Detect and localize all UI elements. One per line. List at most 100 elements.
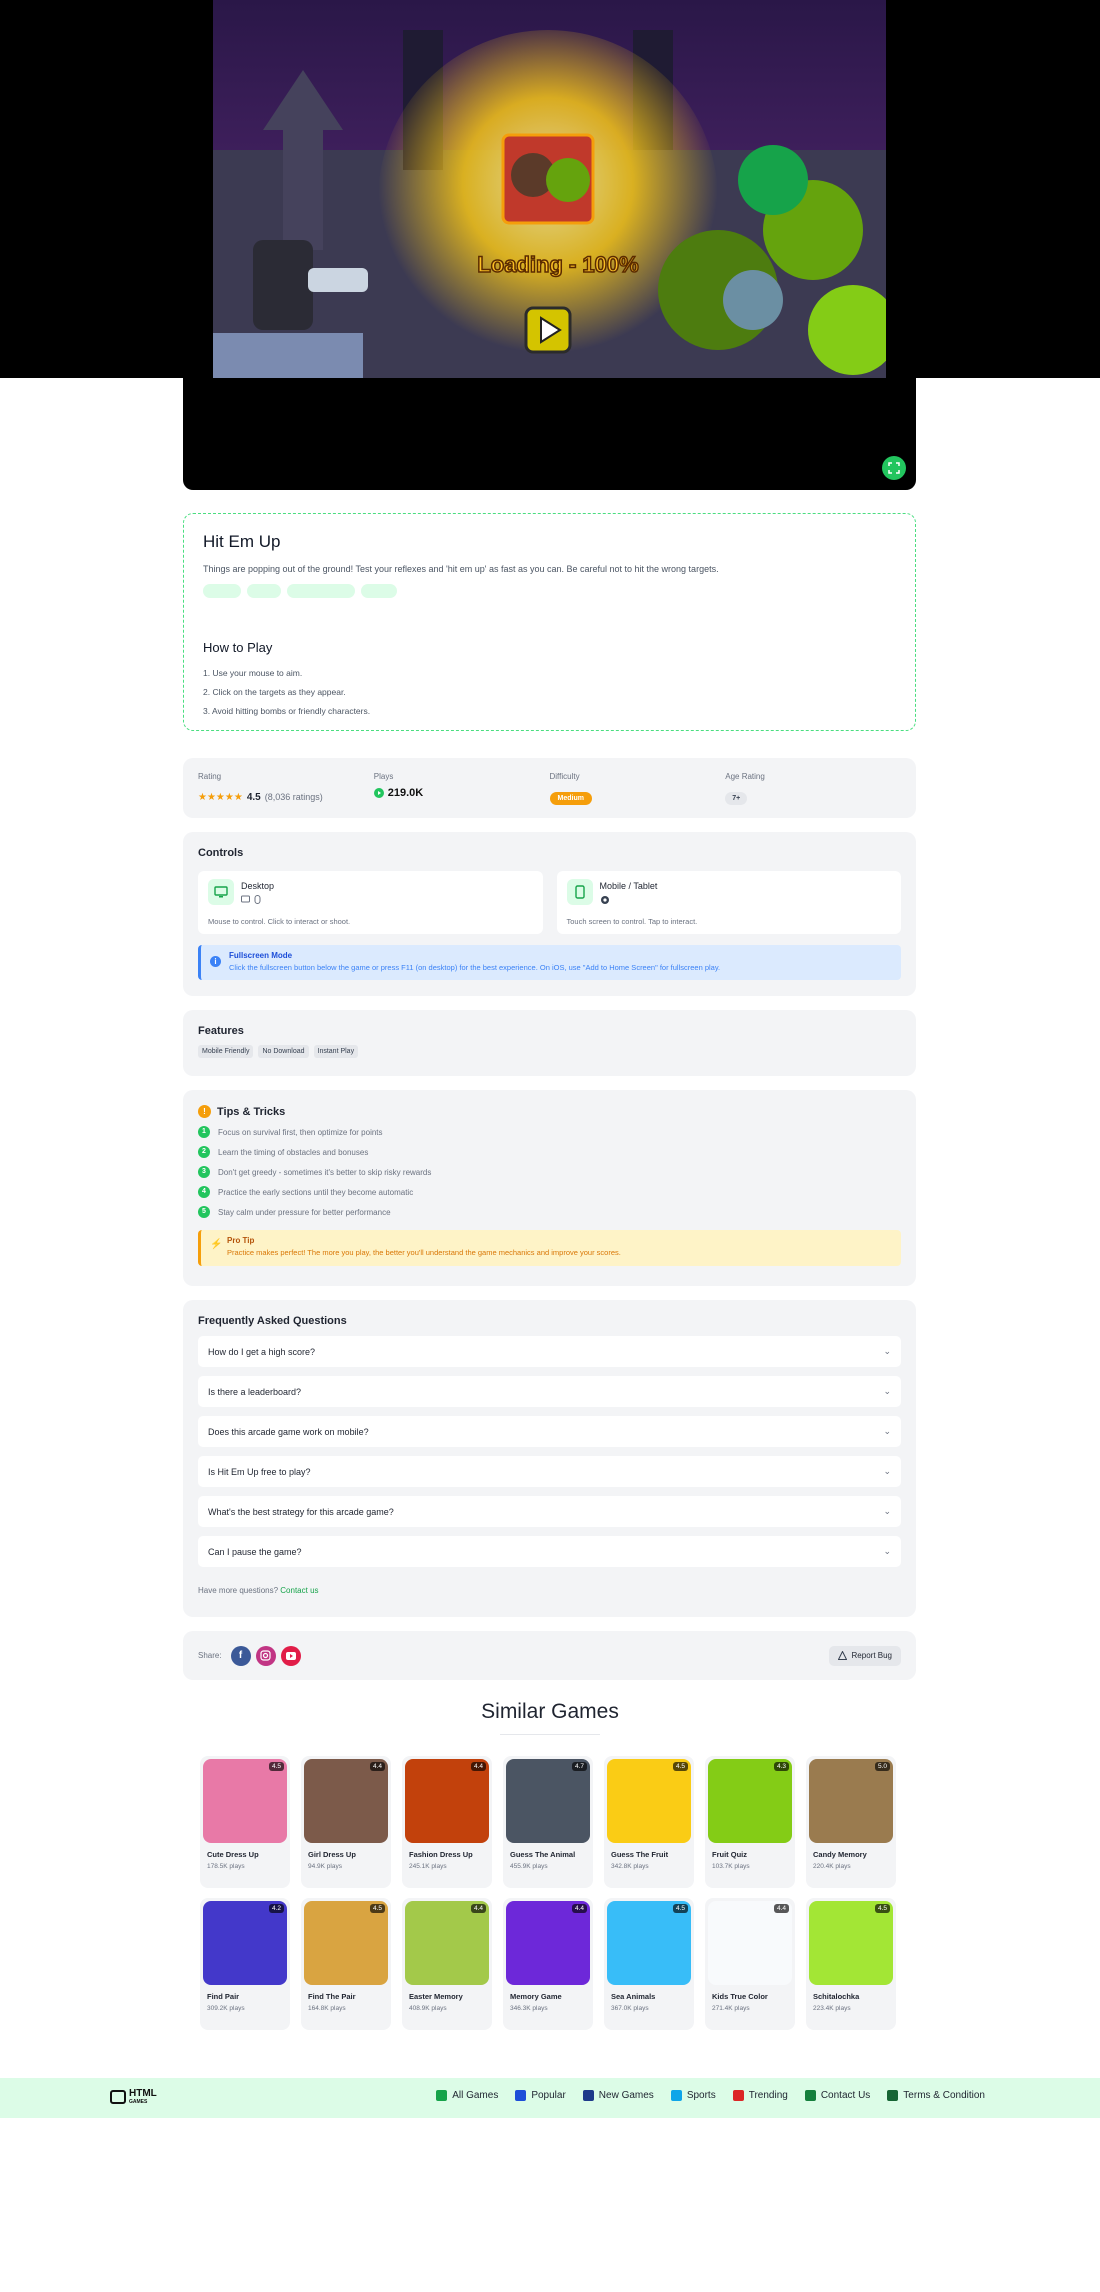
footer-nav-item[interactable]: Trending (732, 2090, 788, 2101)
tip-item: 4 Practice the early sections until they … (198, 1186, 901, 1198)
similar-game-card[interactable]: 4.4 Kids True Color 271.4K plays (705, 1898, 795, 2030)
footer-nav-item[interactable]: Terms & Condition (887, 2090, 985, 2101)
stat-label: Difficulty (549, 772, 580, 781)
report-bug-label: Report Bug (851, 1651, 892, 1660)
faq-item[interactable]: Does this arcade game work on mobile? ⌄ (198, 1416, 901, 1447)
tip-number: 4 (198, 1186, 210, 1198)
similar-game-card[interactable]: 4.4 Memory Game 346.3K plays (503, 1898, 593, 2030)
game-plays: 309.2K plays (207, 2005, 245, 2012)
bolt-icon: ⚡ (210, 1239, 223, 1250)
game-name: Fruit Quiz (712, 1850, 747, 1859)
game-plays: 94.9K plays (308, 1863, 342, 1870)
site-logo[interactable]: HTML GAMES (110, 2088, 157, 2105)
footer-nav-item[interactable]: New Games (582, 2090, 654, 2101)
similar-game-card[interactable]: 4.2 Find Pair 309.2K plays (200, 1898, 290, 2030)
tag-placeholder (203, 584, 241, 598)
game-name: Schitalochka (813, 1992, 860, 2001)
expand-icon (888, 462, 900, 474)
faq-item[interactable]: What's the best strategy for this arcade… (198, 1496, 901, 1527)
age-badge: 7+ (725, 792, 748, 805)
stat-label: Rating (198, 772, 222, 781)
fullscreen-button[interactable] (882, 456, 906, 480)
similar-game-card[interactable]: 4.4 Fashion Dress Up 245.1K plays (402, 1756, 492, 1888)
stat-plays: Plays 219.0K (373, 772, 550, 804)
footer-nav-item[interactable]: Sports (670, 2090, 716, 2101)
faq-question: Is Hit Em Up free to play? (208, 1466, 311, 1477)
stat-rating: Rating ★★★★★ 4.5 (8,036 ratings) (198, 772, 374, 804)
footer-nav-label: Contact Us (820, 2090, 871, 2101)
similar-game-card[interactable]: 4.4 Easter Memory 408.9K plays (402, 1898, 492, 2030)
keyboard-mouse-icons (241, 895, 263, 906)
fullscreen-note: i Fullscreen Mode Click the fullscreen b… (198, 945, 901, 980)
faq-question: What's the best strategy for this arcade… (208, 1506, 394, 1517)
mobile-controls: Mobile / Tablet Touch screen to control.… (556, 871, 901, 934)
faq-item[interactable]: Is Hit Em Up free to play? ⌄ (198, 1456, 901, 1487)
tips-title: Tips & Tricks (217, 1105, 286, 1118)
tip-number: 2 (198, 1146, 210, 1158)
tag-placeholder (361, 584, 397, 598)
game-thumbnail: 4.4 (708, 1901, 792, 1985)
faq-question: Can I pause the game? (208, 1546, 302, 1557)
faq-item[interactable]: Can I pause the game? ⌄ (198, 1536, 901, 1567)
game-thumbnail: 4.5 (607, 1901, 691, 1985)
similar-game-card[interactable]: 4.5 Guess The Fruit 342.8K plays (604, 1756, 694, 1888)
tips-panel: ! Tips & Tricks 1 Focus on survival first… (183, 1090, 916, 1286)
plays-value: 219.0K (387, 787, 424, 799)
tip-item: 5 Stay calm under pressure for better per… (198, 1206, 901, 1218)
info-icon: i (210, 956, 221, 967)
tip-number: 3 (198, 1166, 210, 1178)
how-to-step: 3. Avoid hitting bombs or friendly chara… (203, 706, 371, 716)
chevron-down-icon: ⌄ (883, 1506, 891, 1516)
game-plays: 245.1K plays (409, 1863, 447, 1870)
stats-panel: Rating ★★★★★ 4.5 (8,036 ratings) Plays 219… (183, 758, 916, 818)
footer-nav-item[interactable]: Popular (515, 2090, 566, 2101)
star-rating-icon: ★★★★★ (198, 792, 243, 803)
contact-us-link[interactable]: Contact us (280, 1586, 318, 1595)
similar-game-card[interactable]: 4.5 Find The Pair 164.8K plays (301, 1898, 391, 2030)
similar-game-card[interactable]: 4.3 Fruit Quiz 103.7K plays (705, 1756, 795, 1888)
features-title: Features (198, 1025, 244, 1037)
game-thumbnail: 4.5 (203, 1759, 287, 1843)
footer-nav-label: Trending (748, 2090, 788, 2101)
faq-item[interactable]: How do I get a high score? ⌄ (198, 1336, 901, 1367)
how-to-step: 2. Click on the targets as they appear. (203, 687, 346, 697)
similar-game-card[interactable]: 4.5 Sea Animals 367.0K plays (604, 1898, 694, 2030)
faq-item[interactable]: Is there a leaderboard? ⌄ (198, 1376, 901, 1407)
controls-panel: Controls Desktop Mouse to control. Click… (183, 832, 916, 996)
game-thumbnail: 4.4 (506, 1901, 590, 1985)
game-canvas[interactable]: Loading - 100% (213, 0, 886, 378)
tip-item: 3 Don't get greedy - sometimes it's bette… (198, 1166, 901, 1178)
stat-difficulty: Difficulty Medium (549, 772, 726, 805)
game-thumbnail: 5.0 (809, 1759, 893, 1843)
similar-game-card[interactable]: 4.4 Girl Dress Up 94.9K plays (301, 1756, 391, 1888)
fullscreen-note-text: Click the fullscreen button below the ga… (229, 963, 721, 972)
rating-badge: 4.4 (369, 1762, 385, 1771)
pro-tip-text: Practice makes perfect! The more you pla… (227, 1248, 621, 1257)
stat-age: Age Rating 7+ (725, 772, 901, 805)
game-thumbnail: 4.7 (506, 1759, 590, 1843)
similar-game-card[interactable]: 4.7 Guess The Animal 455.9K plays (503, 1756, 593, 1888)
footer-nav: All Games Popular New Games Sports Trending C… (436, 2090, 985, 2101)
share-bar: Share: f Report Bug (183, 1631, 916, 1680)
stat-label: Plays (373, 772, 394, 781)
game-player[interactable]: Loading - 100% (183, 0, 916, 490)
similar-game-card[interactable]: 4.5 Cute Dress Up 178.5K plays (200, 1756, 290, 1888)
game-thumbnail: 4.5 (304, 1901, 388, 1985)
mobile-description: Touch screen to control. Tap to interact… (566, 917, 698, 926)
similar-game-card[interactable]: 4.5 Schitalochka 223.4K plays (806, 1898, 896, 2030)
rating-badge: 4.4 (470, 1762, 486, 1771)
similar-game-card[interactable]: 5.0 Candy Memory 220.4K plays (806, 1756, 896, 1888)
game-name: Sea Animals (611, 1992, 656, 2001)
footer-nav-item[interactable]: Contact Us (804, 2090, 871, 2101)
game-name: Easter Memory (409, 1992, 463, 2001)
facebook-icon[interactable]: f (230, 1645, 251, 1666)
nav-icon (887, 2090, 899, 2101)
game-thumbnail: 4.5 (607, 1759, 691, 1843)
youtube-icon[interactable] (280, 1645, 301, 1666)
instagram-icon[interactable] (255, 1645, 276, 1666)
game-info: Hit Em Up Things are popping out of the … (183, 513, 916, 731)
report-bug-button[interactable]: Report Bug (828, 1645, 901, 1666)
warning-icon (837, 1651, 847, 1660)
footer-nav-item[interactable]: All Games (436, 2090, 498, 2101)
game-name: Girl Dress Up (308, 1850, 356, 1859)
